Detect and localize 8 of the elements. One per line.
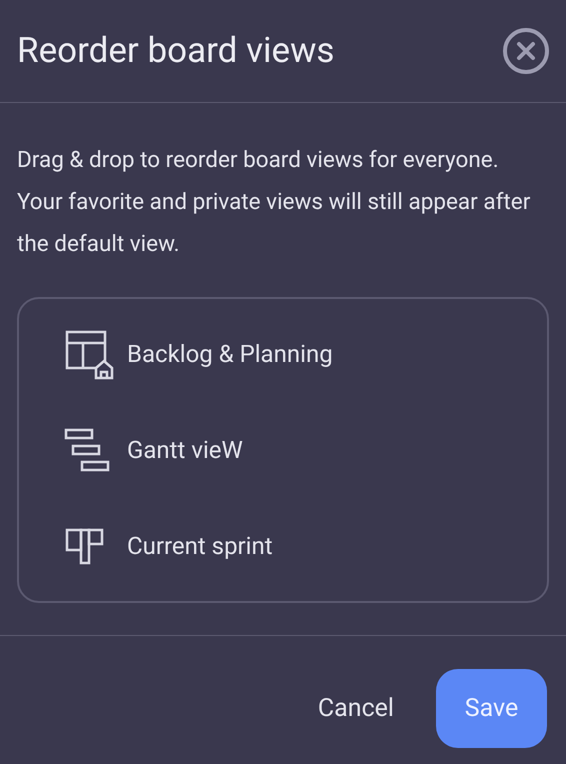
close-icon[interactable] [501,26,551,76]
gantt-icon [63,427,111,473]
cancel-button[interactable]: Cancel [318,690,394,728]
view-item[interactable]: Backlog & Planning [63,327,333,381]
dialog-title: Reorder board views [17,28,334,73]
view-item[interactable]: Gantt vieW [63,423,243,477]
dialog-description: Drag & drop to reorder board views for everyone. Your favorite and private views will still appear after the default view. [16,146,532,259]
view-item[interactable]: Current sprint [63,519,273,573]
